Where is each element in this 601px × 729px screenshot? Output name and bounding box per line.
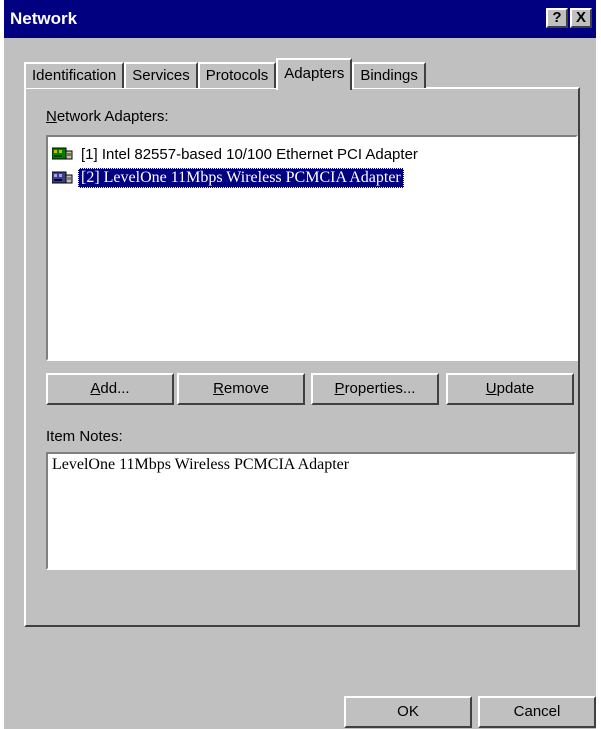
tab-services[interactable]: Services — [124, 62, 198, 88]
tab-adapters[interactable]: Adapters — [276, 58, 353, 90]
tab-strip: Identification Services Protocols Adapte… — [24, 58, 426, 90]
properties-button[interactable]: Properties... — [311, 373, 439, 405]
window-title: Network — [10, 9, 78, 28]
tab-bindings[interactable]: Bindings — [352, 62, 426, 88]
remove-button[interactable]: Remove — [177, 373, 305, 405]
cancel-button[interactable]: Cancel — [478, 696, 596, 728]
adapter-name-selected: [2] LevelOne 11Mbps Wireless PCMCIA Adap… — [78, 168, 404, 188]
help-icon[interactable]: ? — [546, 8, 568, 28]
network-adapters-list[interactable]: [1] Intel 82557-based 10/100 Ethernet PC… — [46, 135, 578, 361]
list-item[interactable]: [1] Intel 82557-based 10/100 Ethernet PC… — [52, 143, 421, 165]
tab-protocols[interactable]: Protocols — [197, 62, 277, 88]
close-icon[interactable]: X — [570, 8, 592, 28]
adapter-name: [1] Intel 82557-based 10/100 Ethernet PC… — [81, 145, 418, 163]
update-button[interactable]: Update — [446, 373, 574, 405]
tab-identification[interactable]: Identification — [24, 62, 125, 88]
list-item[interactable]: [2] LevelOne 11Mbps Wireless PCMCIA Adap… — [52, 167, 404, 189]
network-adapters-label: Network Adapters: — [46, 108, 169, 125]
ok-button[interactable]: OK — [344, 696, 472, 728]
item-notes-box: LevelOne 11Mbps Wireless PCMCIA Adapter — [46, 452, 576, 570]
network-adapter-icon — [52, 171, 73, 184]
add-button[interactable]: Add... — [46, 373, 174, 405]
item-notes-label: Item Notes: — [46, 428, 123, 445]
title-bar: Network ? X — [4, 0, 596, 38]
network-adapter-icon — [52, 147, 73, 160]
